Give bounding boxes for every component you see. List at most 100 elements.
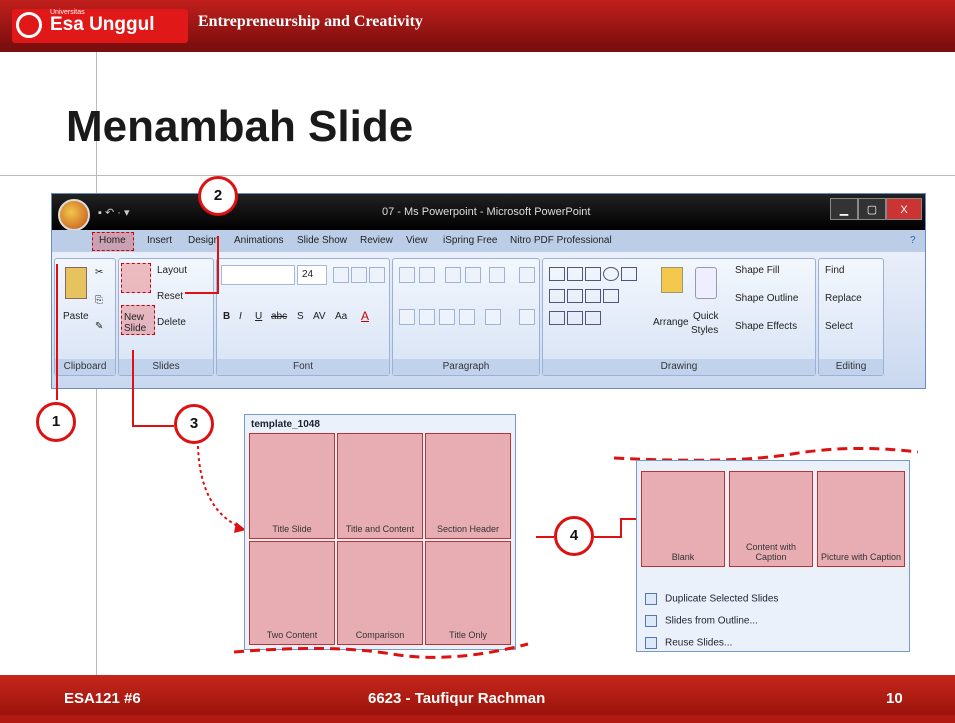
ribbon: Paste ✂ ⎘ ✎ Clipboard New Slide Layout R… <box>52 252 925 388</box>
align-left-icon[interactable] <box>399 309 415 325</box>
strikethrough-icon[interactable]: abc <box>271 311 287 322</box>
new-slide-dropdown: Blank Content with Caption Picture with … <box>636 460 910 652</box>
shadow-icon[interactable]: S <box>297 311 304 322</box>
increase-indent-icon[interactable] <box>465 267 481 283</box>
paste-label[interactable]: Paste <box>63 311 89 322</box>
arrange-icon[interactable] <box>661 267 683 293</box>
text-direction-icon[interactable] <box>519 267 535 283</box>
bold-icon[interactable]: B <box>223 311 230 322</box>
tab-view[interactable]: View <box>406 235 428 246</box>
grow-font-icon[interactable] <box>333 267 349 283</box>
shape-callout-icon[interactable] <box>549 311 565 325</box>
select-button[interactable]: Select <box>825 321 853 332</box>
shape-rect-icon[interactable] <box>621 267 637 281</box>
maximize-button[interactable]: ▢ <box>858 198 886 220</box>
callout-1-line <box>56 264 58 400</box>
replace-button[interactable]: Replace <box>825 293 862 304</box>
reuse-icon <box>645 637 657 649</box>
bullets-icon[interactable] <box>399 267 415 283</box>
layout-label: Section Header <box>436 524 500 534</box>
quick-styles-icon[interactable] <box>695 267 717 299</box>
frame-line <box>0 175 955 176</box>
office-button[interactable] <box>58 199 90 231</box>
layout-content-caption[interactable]: Content with Caption <box>729 471 813 567</box>
spacing-icon[interactable]: AV <box>313 311 326 322</box>
menu-duplicate-slides[interactable]: Duplicate Selected Slides <box>645 593 778 605</box>
layout-button[interactable]: Layout <box>157 265 187 276</box>
tab-ispring-free[interactable]: iSpring Free <box>443 235 497 246</box>
font-family-select[interactable] <box>221 265 295 285</box>
tab-review[interactable]: Review <box>360 235 393 246</box>
layout-title-slide[interactable]: Title Slide <box>249 433 335 539</box>
new-slide-button[interactable]: New Slide <box>121 305 155 335</box>
cut-icon[interactable]: ✂ <box>95 267 103 278</box>
shape-outline-button[interactable]: Shape Outline <box>735 293 798 304</box>
justify-icon[interactable] <box>459 309 475 325</box>
tab-home[interactable]: Home <box>99 235 126 246</box>
callout-4-line-up <box>620 518 622 538</box>
dashed-underline <box>233 642 529 659</box>
font-color-icon[interactable]: A <box>361 309 369 323</box>
italic-icon[interactable]: I <box>239 311 242 322</box>
layout-title-content[interactable]: Title and Content <box>337 433 423 539</box>
font-size-select[interactable]: 24 <box>297 265 327 285</box>
format-painter-icon[interactable]: ✎ <box>95 321 103 332</box>
minimize-button[interactable]: ▁ <box>830 198 858 220</box>
align-right-icon[interactable] <box>439 309 455 325</box>
align-center-icon[interactable] <box>419 309 435 325</box>
layout-section-header[interactable]: Section Header <box>425 433 511 539</box>
shape-line-icon[interactable] <box>567 267 583 281</box>
tab-nitro-pdf[interactable]: Nitro PDF Professional <box>510 235 612 246</box>
underline-icon[interactable]: U <box>255 311 262 322</box>
reset-button[interactable]: Reset <box>157 291 183 302</box>
menu-reuse-slides[interactable]: Reuse Slides... <box>645 637 732 649</box>
numbering-icon[interactable] <box>419 267 435 283</box>
menu-slides-from-outline[interactable]: Slides from Outline... <box>645 615 758 627</box>
quick-styles-label-2[interactable]: Styles <box>691 325 718 336</box>
layout-title-only[interactable]: Title Only <box>425 541 511 645</box>
line-spacing-icon[interactable] <box>489 267 505 283</box>
tab-slide-show[interactable]: Slide Show <box>297 235 347 246</box>
columns-icon[interactable] <box>485 309 501 325</box>
tab-design[interactable]: Design <box>188 235 219 246</box>
layout-picture-caption[interactable]: Picture with Caption <box>817 471 905 567</box>
paste-icon[interactable] <box>65 267 87 299</box>
shape-fill-button[interactable]: Shape Fill <box>735 265 779 276</box>
delete-button[interactable]: Delete <box>157 317 186 328</box>
shape-rect-icon[interactable] <box>585 267 601 281</box>
help-icon[interactable]: ? <box>910 235 916 246</box>
close-button[interactable]: X <box>886 198 922 220</box>
shape-arrow-icon[interactable] <box>567 289 583 303</box>
find-button[interactable]: Find <box>825 265 844 276</box>
menu-label: Duplicate Selected Slides <box>665 593 779 605</box>
new-slide-icon[interactable] <box>121 263 151 293</box>
clear-format-icon[interactable] <box>369 267 385 283</box>
shrink-font-icon[interactable] <box>351 267 367 283</box>
layout-two-content[interactable]: Two Content <box>249 541 335 645</box>
footer-author: 6623 - Taufiqur Rachman <box>368 690 546 707</box>
quick-styles-label[interactable]: Quick <box>693 311 719 322</box>
smartart-icon[interactable] <box>519 309 535 325</box>
editing-group-label: Editing <box>819 359 883 375</box>
shape-textbox-icon[interactable] <box>549 267 565 281</box>
ribbon-tabs: Home Insert Design Animations Slide Show… <box>52 230 925 252</box>
change-case-icon[interactable]: Aa <box>335 311 347 322</box>
footer-bar: ESA121 #6 6623 - Taufiqur Rachman 10 <box>0 675 955 723</box>
shape-effects-button[interactable]: Shape Effects <box>735 321 797 332</box>
layout-blank[interactable]: Blank <box>641 471 725 567</box>
copy-icon[interactable]: ⎘ <box>95 295 103 306</box>
shape-elbow-icon[interactable] <box>549 289 565 303</box>
arrange-button[interactable]: Arrange <box>653 317 689 328</box>
shape-star-icon[interactable] <box>585 311 601 325</box>
shape-oval-icon[interactable] <box>603 267 619 281</box>
quick-access-toolbar[interactable]: ▪ ↶ · ▾ <box>98 206 129 219</box>
tab-insert[interactable]: Insert <box>147 235 172 246</box>
shape-curve-icon[interactable] <box>603 289 619 303</box>
outline-icon <box>645 615 657 627</box>
shape-brace-icon[interactable] <box>567 311 583 325</box>
tab-animations[interactable]: Animations <box>234 235 283 246</box>
decrease-indent-icon[interactable] <box>445 267 461 283</box>
layout-label: Two Content <box>266 630 318 640</box>
shape-arrow-down-icon[interactable] <box>585 289 601 303</box>
layout-comparison[interactable]: Comparison <box>337 541 423 645</box>
